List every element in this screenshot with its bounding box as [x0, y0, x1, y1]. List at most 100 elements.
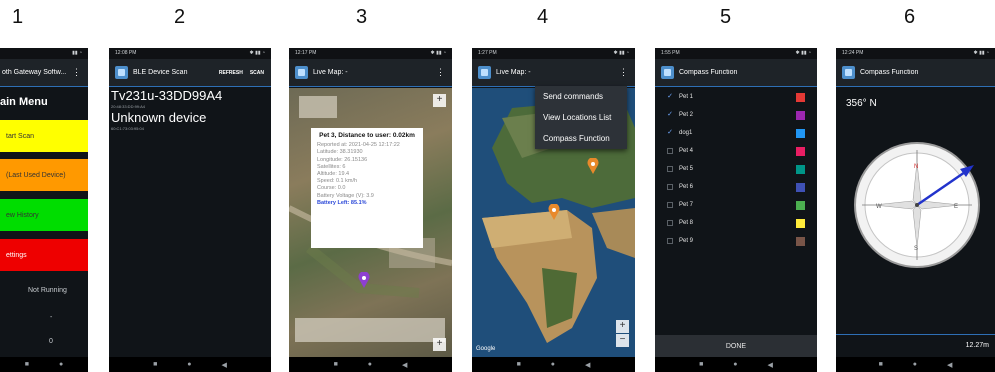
zoom-in-button[interactable]: + — [433, 94, 446, 107]
phone-live-map-menu: 1:27 PM ✱ ▮▮ ◔ Live Map: - ⋮ + − Google … — [472, 48, 635, 372]
home-icon[interactable]: ● — [551, 361, 555, 368]
bottom-separator — [836, 334, 995, 335]
pet-color-swatch — [796, 182, 805, 192]
device-name[interactable]: Unknown device — [111, 110, 206, 125]
status-icons: ✱ ▮▮ ◔ — [249, 50, 266, 56]
back-icon[interactable]: ◀ — [585, 361, 590, 369]
zoom-in-button[interactable]: + — [616, 320, 629, 333]
step-number-3: 3 — [356, 6, 368, 28]
checkbox[interactable] — [667, 166, 673, 172]
settings-button[interactable]: ettings — [0, 239, 88, 271]
recent-apps-icon[interactable]: ■ — [25, 361, 29, 368]
home-icon[interactable]: ● — [913, 361, 917, 368]
pet-row[interactable]: Pet 7 — [655, 196, 817, 214]
checkbox[interactable]: ✓ — [667, 111, 673, 118]
pet-row[interactable]: Pet 5 — [655, 160, 817, 178]
overflow-menu-icon[interactable]: ⋮ — [619, 67, 628, 78]
overflow-menu-icon[interactable]: ⋮ — [436, 67, 445, 78]
start-scan-button[interactable]: tart Scan — [0, 120, 88, 152]
android-nav-bar: ■ ● ◀ — [109, 357, 271, 372]
home-icon[interactable]: ● — [59, 361, 63, 368]
checkbox[interactable] — [667, 220, 673, 226]
popup-line: Reported at: 2021-04-25 12:17:22 — [317, 142, 400, 149]
pet-row[interactable]: ✓ dog1 — [655, 124, 817, 142]
back-icon[interactable]: ◀ — [402, 361, 407, 369]
overflow-dropdown-menu: Send commands View Locations List Compas… — [535, 86, 627, 149]
recent-apps-icon[interactable]: ■ — [517, 361, 521, 368]
checkbox[interactable]: ✓ — [667, 129, 673, 136]
menu-title: ain Menu — [0, 96, 48, 108]
status-bar: 1:55 PM ✱ ▮▮ ◔ — [655, 48, 817, 59]
back-icon[interactable]: ◀ — [768, 361, 773, 369]
app-logo-icon — [478, 66, 491, 79]
distance-readout: 12.27m — [965, 342, 989, 349]
pet-label: Pet 7 — [679, 202, 694, 208]
popup-line: Speed: 0.1 km/h — [317, 178, 358, 185]
pet-row[interactable]: Pet 4 — [655, 142, 817, 160]
recent-apps-icon[interactable]: ■ — [879, 361, 883, 368]
phone-live-map-detail: 12:17 PM ✱ ▮▮ ◔ Live Map: - ⋮ + Pet 3, D… — [289, 48, 452, 372]
scan-button[interactable]: SCAN — [250, 70, 264, 76]
compass-view: 356° N N S W E 12.27m — [836, 88, 995, 357]
device-list: Tv231u-33DD99A4 20:48:33:DD:99:A4 Unknow… — [109, 88, 271, 357]
app-bar: BLE Device Scan REFRESH SCAN — [109, 59, 271, 87]
status-icons: ✱ ▮▮ ◔ — [430, 50, 447, 56]
pet-info-popup: Pet 3, Distance to user: 0.02km Reported… — [311, 128, 423, 248]
menu-item-view-locations-list[interactable]: View Locations List — [535, 107, 627, 128]
pet-location-pin-icon[interactable] — [358, 272, 370, 288]
phone-ble-scan: 12:08 PM ✱ ▮▮ ◔ BLE Device Scan REFRESH … — [109, 48, 271, 372]
popup-line: Latitude: 38.31930 — [317, 149, 363, 156]
pet-row[interactable]: ✓ Pet 2 — [655, 106, 817, 124]
popup-title: Pet 3, Distance to user: 0.02km — [319, 132, 415, 139]
checkbox[interactable] — [667, 184, 673, 190]
checkbox[interactable] — [667, 148, 673, 154]
pet-row[interactable]: Pet 6 — [655, 178, 817, 196]
svg-text:S: S — [914, 246, 918, 252]
status-icons: ✱ ▮▮ ◔ — [613, 50, 630, 56]
home-icon[interactable]: ● — [733, 361, 737, 368]
fullscreen-button[interactable]: + — [433, 338, 446, 351]
step-number-4: 4 — [537, 6, 549, 28]
pet-location-pin-icon[interactable] — [548, 204, 560, 220]
pet-location-pin-icon[interactable] — [587, 158, 599, 174]
menu-item-send-commands[interactable]: Send commands — [535, 86, 627, 107]
status-value-2: 0 — [49, 338, 53, 345]
device-name[interactable]: Tv231u-33DD99A4 — [111, 88, 222, 103]
app-logo-icon — [295, 66, 308, 79]
main-menu-content: ain Menu tart Scan (Last Used Device) ew… — [0, 88, 88, 357]
recent-apps-icon[interactable]: ■ — [153, 361, 157, 368]
pet-row[interactable]: ✓ Pet 1 — [655, 88, 817, 106]
done-button[interactable]: DONE — [655, 335, 817, 357]
overflow-menu-icon[interactable]: ⋮ — [72, 67, 81, 78]
pet-label: Pet 1 — [679, 94, 694, 100]
pet-color-swatch — [796, 146, 805, 156]
app-title: Compass Function — [860, 69, 919, 76]
pet-row[interactable]: Pet 9 — [655, 232, 817, 250]
zoom-out-button[interactable]: − — [616, 334, 629, 347]
back-icon[interactable]: ◀ — [222, 361, 227, 369]
status-time: 12:24 PM — [842, 50, 864, 56]
app-title: Live Map: - — [313, 69, 348, 76]
refresh-button[interactable]: REFRESH — [219, 70, 243, 76]
popup-line: Altitude: 19.4 — [317, 171, 350, 178]
pet-row[interactable]: Pet 8 — [655, 214, 817, 232]
status-bar: 12:08 PM ✱ ▮▮ ◔ — [109, 48, 271, 59]
checkbox[interactable] — [667, 238, 673, 244]
app-bar: Compass Function — [655, 59, 817, 87]
home-icon[interactable]: ● — [368, 361, 372, 368]
checkbox[interactable]: ✓ — [667, 93, 673, 100]
home-icon[interactable]: ● — [187, 361, 191, 368]
menu-item-compass-function[interactable]: Compass Function — [535, 128, 627, 149]
view-history-button[interactable]: ew History — [0, 199, 88, 231]
pet-label: Pet 8 — [679, 220, 694, 226]
back-icon[interactable]: ◀ — [947, 361, 952, 369]
checkbox[interactable] — [667, 202, 673, 208]
status-bar: ▮▮ ◔ — [0, 48, 88, 59]
status-icons: ✱ ▮▮ ◔ — [795, 50, 812, 56]
satellite-map[interactable]: + Pet 3, Distance to user: 0.02km Report… — [289, 88, 452, 357]
last-used-device-button[interactable]: (Last Used Device) — [0, 159, 88, 191]
recent-apps-icon[interactable]: ■ — [699, 361, 703, 368]
scan-status: Not Running — [28, 287, 67, 294]
recent-apps-icon[interactable]: ■ — [334, 361, 338, 368]
app-title: BLE Device Scan — [133, 69, 188, 76]
